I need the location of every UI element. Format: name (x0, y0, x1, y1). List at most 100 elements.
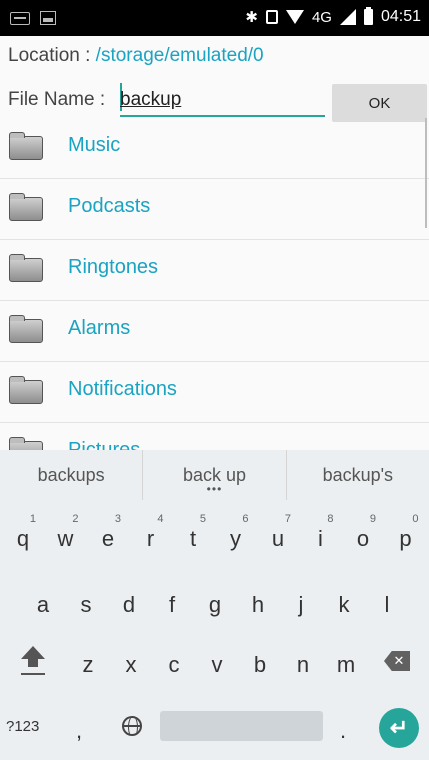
key-e[interactable]: 3e (87, 508, 129, 564)
status-bar: ✱ 4G 04:51 (0, 0, 429, 36)
key-x[interactable]: x (110, 634, 152, 690)
folder-name: Podcasts (68, 195, 151, 217)
list-item[interactable]: Notifications (0, 362, 429, 423)
folder-icon (9, 254, 43, 282)
key-r[interactable]: 4r (130, 508, 172, 564)
key-label: i (318, 526, 323, 551)
key-f[interactable]: f (151, 574, 193, 630)
key-hint: 1 (29, 513, 36, 525)
key-hint: 9 (369, 513, 376, 525)
wifi-icon (285, 10, 304, 24)
suggestion-strip: backups back up ••• backup's (0, 450, 429, 500)
suggestion-2[interactable]: back up ••• (142, 450, 285, 500)
key-j[interactable]: j (280, 574, 322, 630)
key-p[interactable]: 0p (385, 508, 427, 564)
key-z[interactable]: z (67, 634, 109, 690)
key-i[interactable]: 8i (300, 508, 342, 564)
key-w[interactable]: 2w (45, 508, 87, 564)
key-label: j (298, 592, 304, 617)
file-name-value: backup (120, 89, 182, 110)
key-label: v (211, 652, 223, 677)
key-y[interactable]: 6y (215, 508, 257, 564)
suggestion-3[interactable]: backup's (285, 450, 429, 500)
folder-name: Pictures (68, 439, 141, 450)
key-k[interactable]: k (323, 574, 365, 630)
list-item[interactable]: Alarms (0, 301, 429, 362)
key-c[interactable]: c (153, 634, 195, 690)
key-m[interactable]: m (325, 634, 367, 690)
key-l[interactable]: l (366, 574, 408, 630)
key-s[interactable]: s (65, 574, 107, 630)
key-hint: 6 (242, 513, 249, 525)
key-label: d (122, 592, 136, 617)
key-row-1: 1q2w3e4r5t6y7u8i9o0p (0, 508, 429, 564)
key-label: p (399, 526, 412, 551)
period-key[interactable]: . (340, 718, 364, 744)
key-label: z (82, 652, 94, 677)
key-d[interactable]: d (108, 574, 150, 630)
key-label: y (230, 526, 241, 551)
image-icon (40, 11, 56, 25)
backspace-key[interactable]: ✕ (384, 651, 410, 671)
soft-keyboard: backups back up ••• backup's 1q2w3e4r5t6y… (0, 450, 429, 760)
key-label: g (208, 592, 222, 617)
list-item[interactable]: Music (0, 118, 429, 179)
folder-name: Music (68, 134, 121, 156)
key-a[interactable]: a (22, 574, 64, 630)
list-item[interactable]: Ringtones (0, 240, 429, 301)
status-time: 04:51 (380, 8, 421, 25)
space-key[interactable] (160, 711, 323, 741)
enter-icon: ↵ (389, 715, 409, 740)
list-item[interactable]: Podcasts (0, 179, 429, 240)
key-hint: 0 (412, 513, 419, 525)
location-path: /storage/emulated/0 (95, 45, 264, 66)
folder-list: Music Podcasts Ringtones Alarms Notifica… (0, 118, 429, 450)
file-name-input[interactable]: backup (120, 83, 325, 117)
folder-icon (9, 193, 43, 221)
key-h[interactable]: h (237, 574, 279, 630)
suggestion-1[interactable]: backups (0, 450, 142, 500)
ok-button[interactable]: OK (332, 84, 427, 122)
key-t[interactable]: 5t (172, 508, 214, 564)
enter-key[interactable]: ↵ (379, 708, 419, 748)
key-o[interactable]: 9o (342, 508, 384, 564)
key-label: f (168, 592, 176, 617)
globe-icon[interactable] (122, 716, 142, 736)
key-label: s (80, 592, 92, 617)
key-u[interactable]: 7u (257, 508, 299, 564)
key-label: r (146, 526, 155, 551)
key-v[interactable]: v (196, 634, 238, 690)
signal-icon (339, 9, 356, 25)
folder-name: Alarms (68, 317, 131, 339)
key-label: h (251, 592, 265, 617)
comma-key[interactable]: , (76, 718, 100, 744)
key-label: e (101, 526, 115, 551)
scrollbar[interactable] (425, 118, 427, 228)
folder-icon (9, 315, 43, 343)
key-label: m (336, 652, 356, 677)
key-label: t (189, 526, 197, 551)
key-label: q (16, 526, 30, 551)
more-suggestions-indicator: ••• (206, 482, 223, 496)
key-hint: 4 (157, 513, 164, 525)
battery-icon (363, 7, 373, 25)
location-line: Location : /storage/emulated/0 (8, 45, 264, 67)
symbols-key[interactable]: ?123 (6, 718, 54, 735)
key-g[interactable]: g (194, 574, 236, 630)
key-n[interactable]: n (282, 634, 324, 690)
key-hint: 7 (284, 513, 291, 525)
key-label: c (168, 652, 180, 677)
key-q[interactable]: 1q (2, 508, 44, 564)
key-row-4: ?123 , . ↵ (0, 700, 429, 756)
list-item[interactable]: Pictures (0, 423, 429, 450)
folder-icon (9, 376, 43, 404)
shift-key[interactable] (16, 642, 50, 682)
key-label: w (57, 526, 74, 551)
shift-icon-stem (28, 658, 38, 667)
key-label: x (125, 652, 137, 677)
key-label: o (356, 526, 370, 551)
key-b[interactable]: b (239, 634, 281, 690)
key-label: n (296, 652, 310, 677)
bluetooth-icon: ✱ (245, 9, 258, 26)
key-label: l (384, 592, 390, 617)
